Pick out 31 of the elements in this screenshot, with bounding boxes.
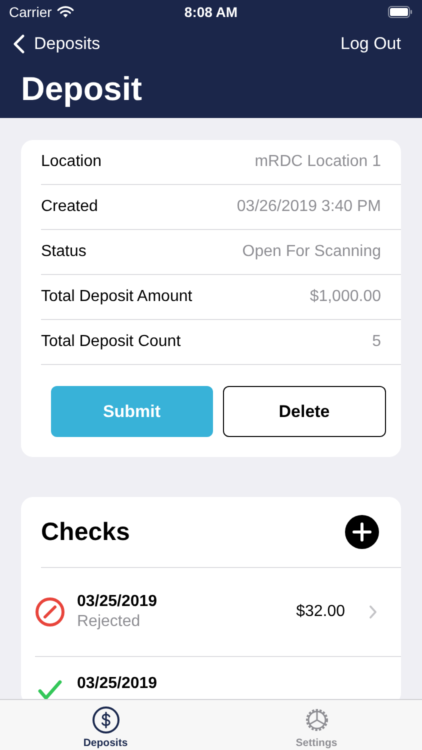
field-label: Created <box>41 198 98 216</box>
page-title: Deposit <box>20 69 144 108</box>
check-row[interactable]: 03/25/2019 Rejected $32.00 <box>35 568 401 657</box>
check-amount: $32.00 <box>296 603 345 621</box>
field-value: $1,000.00 <box>310 288 381 306</box>
field-label: Location <box>41 153 102 171</box>
delete-button[interactable]: Delete <box>222 386 386 437</box>
chevron-right-icon <box>369 605 377 619</box>
field-value: mRDC Location 1 <box>254 153 381 171</box>
prohibited-icon <box>35 597 65 627</box>
add-icon[interactable] <box>345 515 379 549</box>
check-date: 03/25/2019 <box>77 593 158 611</box>
check-row[interactable]: 03/25/2019 <box>35 657 401 699</box>
field-value: Open For Scanning <box>242 243 381 261</box>
carrier-label: Carrier <box>9 4 52 20</box>
wifi-icon <box>56 6 74 18</box>
field-value: 03/26/2019 3:40 PM <box>236 198 381 216</box>
dollar-circle-icon <box>92 706 120 734</box>
logout-button[interactable]: Log Out <box>340 34 401 54</box>
battery-icon <box>388 6 413 18</box>
field-label: Total Deposit Count <box>41 333 181 351</box>
field-label: Total Deposit Amount <box>41 288 192 306</box>
field-value: 5 <box>372 333 381 351</box>
field-label: Status <box>41 243 86 261</box>
time-label: 8:08 AM <box>184 4 238 20</box>
check-date: 03/25/2019 <box>77 675 158 693</box>
chevron-left-icon <box>13 34 25 54</box>
check-status: Rejected <box>77 613 142 631</box>
section-title: Checks <box>41 518 130 546</box>
tab[interactable]: Deposits <box>0 700 211 750</box>
back-button[interactable]: Deposits <box>13 34 100 54</box>
